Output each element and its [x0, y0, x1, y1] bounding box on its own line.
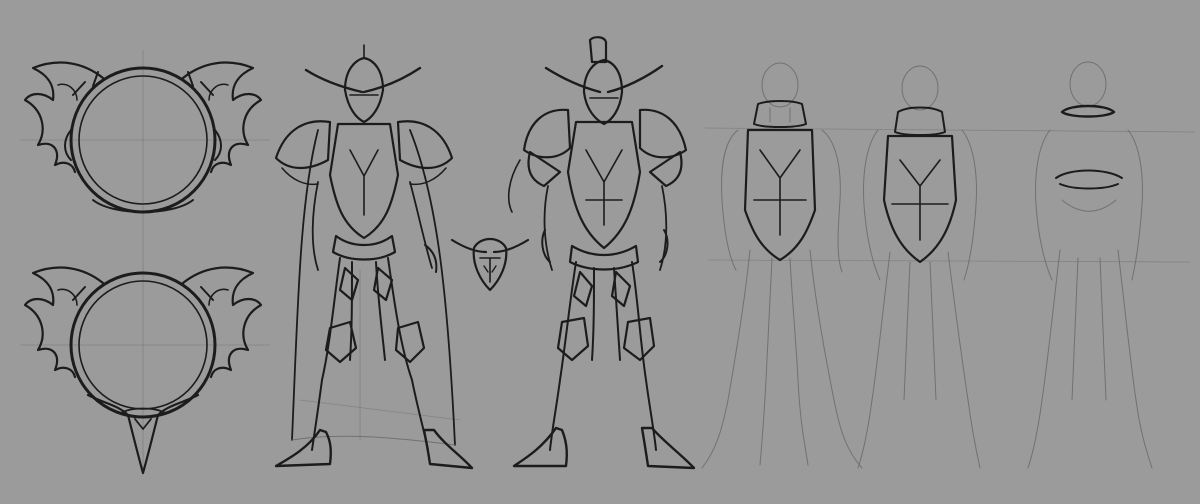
canvas-background	[0, 0, 1200, 504]
sketch-canvas	[0, 0, 1200, 504]
